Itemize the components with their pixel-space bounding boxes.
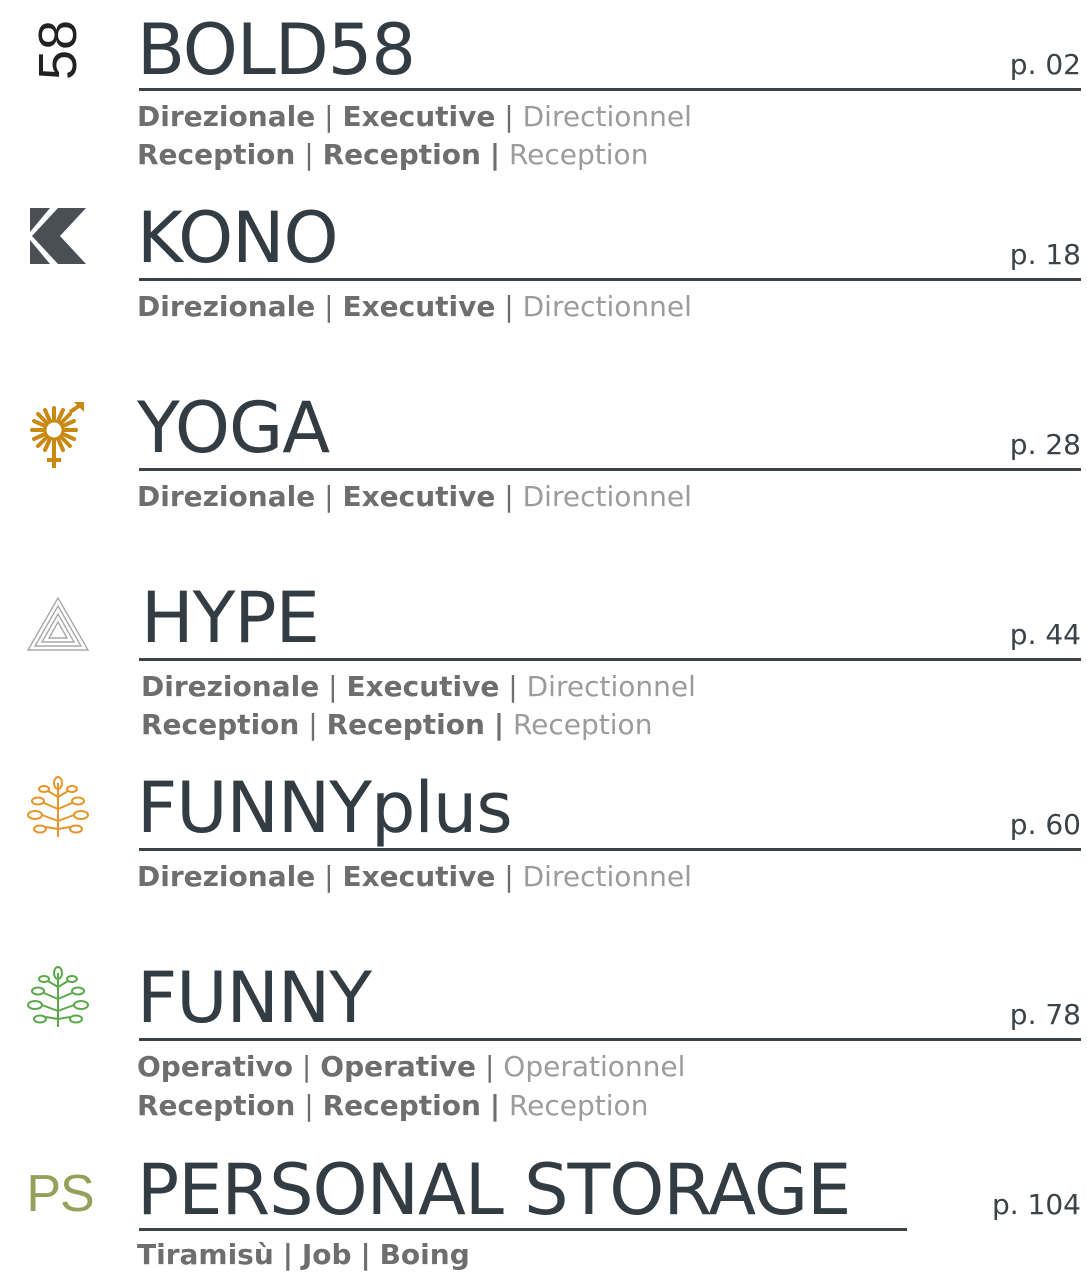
page-number: p. 18 (1009, 238, 1081, 271)
entry-title: KONO (137, 197, 339, 279)
page-number: p. 28 (1009, 428, 1081, 461)
subtitle-line: Reception | Reception | Reception (141, 708, 653, 741)
58-logo-icon: 58 (27, 19, 88, 81)
page-number: p. 60 (1009, 808, 1081, 841)
subtitle-line: Tiramisù | Job | Boing (137, 1238, 470, 1271)
entry-title: YOGA (137, 387, 330, 469)
page-number: p. 02 (1009, 48, 1081, 81)
entry-title: FUNNY (137, 957, 372, 1039)
page-number: p. 78 (1009, 998, 1081, 1031)
entry-title: FUNNYplus (137, 767, 513, 849)
title-rule (139, 1228, 907, 1231)
title-rule (139, 468, 1081, 471)
subtitle-line: Direzionale | Executive | Directionnel (137, 480, 692, 513)
title-rule (139, 88, 1081, 91)
hype-triangle-icon (22, 588, 94, 660)
funnyplus-tree-icon (22, 772, 94, 844)
subtitle-line: Direzionale | Executive | Directionnel (137, 290, 692, 323)
ps-logo-icon: PS (26, 1165, 94, 1223)
subtitle-line: Direzionale | Executive | Directionnel (141, 670, 696, 703)
subtitle-line: Reception | Reception | Reception (137, 1089, 649, 1122)
funny-tree-icon (22, 962, 94, 1034)
subtitle-line: Direzionale | Executive | Directionnel (137, 100, 692, 133)
entry-title: HYPE (141, 577, 320, 659)
page-number: p. 44 (1009, 618, 1081, 651)
entry-title: BOLD58 (137, 9, 416, 91)
subtitle-line: Operativo | Operative | Operationnel (137, 1050, 686, 1083)
subtitle-line: Reception | Reception | Reception (137, 138, 649, 171)
title-rule (139, 848, 1081, 851)
yoga-sun-icon (22, 400, 94, 472)
title-rule (139, 278, 1081, 281)
title-rule (139, 1038, 1081, 1041)
subtitle-line: Direzionale | Executive | Directionnel (137, 860, 692, 893)
title-rule (139, 658, 1081, 661)
page-number: p. 104 (991, 1188, 1081, 1221)
kono-k-icon (22, 200, 94, 272)
entry-title: PERSONAL STORAGE (137, 1149, 851, 1231)
